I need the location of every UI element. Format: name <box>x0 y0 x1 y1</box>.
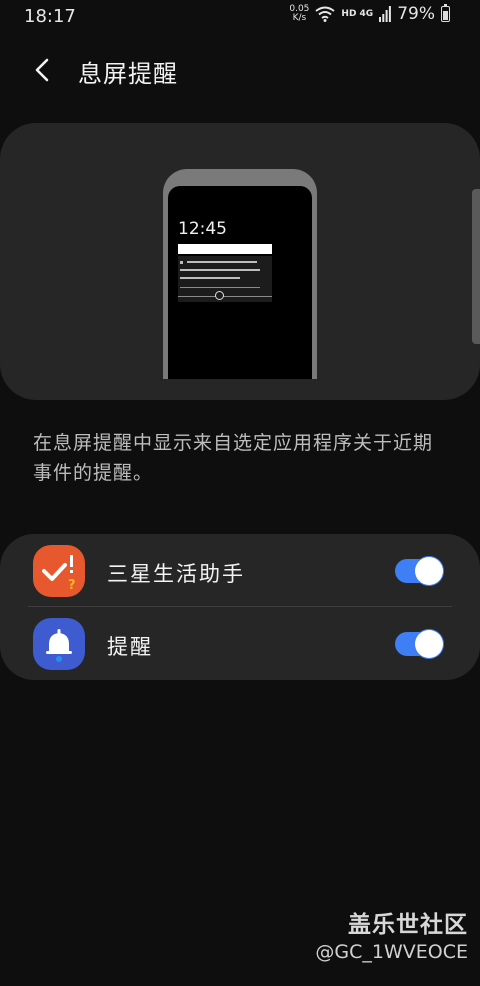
status-icons: 0.05 K/s HD 4G 79% <box>289 4 450 24</box>
watermark-title: 盖乐世社区 <box>348 912 468 938</box>
net-speed: 0.05 K/s <box>289 5 309 23</box>
samsung-life-assistant-icon: ? <box>33 545 85 597</box>
list-item-reminder[interactable]: 提醒 <box>0 607 480 679</box>
preview-notification-panel <box>178 256 272 302</box>
back-button[interactable] <box>22 50 62 90</box>
watermark-id: @GC_1WVEOCE <box>315 941 468 963</box>
app-label: 提醒 <box>107 635 153 659</box>
wifi-icon <box>315 6 336 22</box>
phone-screen: 12:45 <box>168 186 312 379</box>
battery-icon <box>441 4 450 22</box>
header: 息屏提醒 <box>0 40 480 100</box>
battery-percent: 79% <box>397 4 435 24</box>
toggle-knob <box>415 557 443 585</box>
toggle-reminder[interactable] <box>395 630 443 658</box>
status-time: 18:17 <box>24 6 76 27</box>
preview-clock: 12:45 <box>178 219 227 239</box>
signal-icon <box>379 6 392 22</box>
preview-line <box>178 296 272 297</box>
description-text: 在息屏提醒中显示来自选定应用程序关于近期事件的提醒。 <box>33 432 434 484</box>
list-item-samsung-life-assistant[interactable]: ? 三星生活助手 <box>0 534 480 606</box>
toggle-knob <box>415 630 443 658</box>
toggle-samsung-life-assistant[interactable] <box>395 557 443 585</box>
phone-illustration: 12:45 <box>163 169 317 379</box>
preview-line <box>180 287 260 288</box>
scroll-handle[interactable] <box>472 189 480 344</box>
page-title: 息屏提醒 <box>78 60 178 88</box>
apps-list: ? 三星生活助手 提醒 <box>0 534 480 680</box>
preview-line <box>180 269 260 271</box>
bell-icon <box>33 618 85 670</box>
preview-line <box>187 261 257 263</box>
network-type: HD 4G <box>341 9 374 19</box>
app-label: 三星生活助手 <box>107 562 245 586</box>
preview-dismiss-icon <box>215 291 224 300</box>
preview-line <box>180 277 240 279</box>
preview-notification-bar <box>178 244 272 254</box>
svg-text:?: ? <box>68 578 76 593</box>
status-bar: 18:17 0.05 K/s HD 4G 79% <box>0 0 480 34</box>
back-arrow-icon <box>35 58 49 82</box>
preview-bullet <box>180 261 183 264</box>
preview-card: 12:45 <box>0 123 480 400</box>
net-speed-unit: K/s <box>292 13 307 23</box>
